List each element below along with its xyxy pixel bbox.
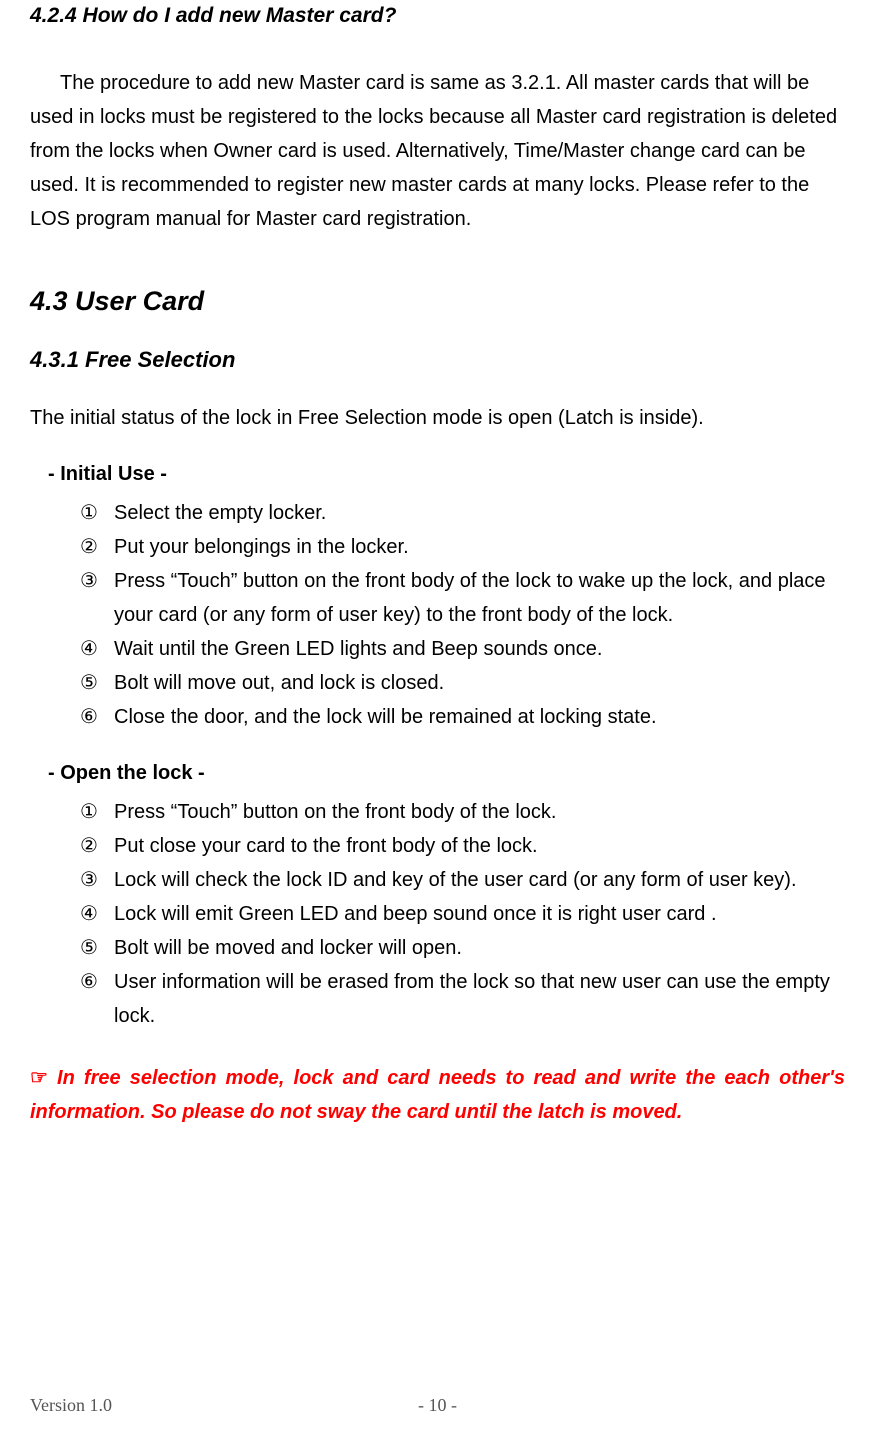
list-item: ② Put your belongings in the locker.	[80, 530, 845, 564]
list-item-text: Lock will emit Green LED and beep sound …	[114, 903, 717, 925]
list-item-text: Put your belongings in the locker.	[114, 536, 409, 558]
list-item-text: Lock will check the lock ID and key of t…	[114, 869, 797, 891]
list-marker: ③	[80, 863, 98, 897]
subheading-initial-use: - Initial Use -	[48, 463, 845, 486]
note-text: In free selection mode, lock and card ne…	[30, 1067, 845, 1123]
heading-424: 4.2.4 How do I add new Master card?	[30, 4, 845, 28]
list-item-text: User information will be erased from the…	[114, 971, 830, 1027]
list-marker: ④	[80, 897, 98, 931]
list-item: ⑤ Bolt will be moved and locker will open…	[80, 931, 845, 965]
list-item-text: Put close your card to the front body of…	[114, 835, 538, 857]
list-item: ④ Lock will emit Green LED and beep sound…	[80, 897, 845, 931]
list-initial-use: ① Select the empty locker. ② Put your belo…	[80, 496, 845, 734]
list-marker: ④	[80, 632, 98, 666]
note-free-selection: ☞ In free selection mode, lock and card …	[30, 1061, 845, 1129]
list-open-lock: ① Press “Touch” button on the front body …	[80, 795, 845, 1033]
list-marker: ②	[80, 530, 98, 564]
page-footer: Version 1.0 - 10 -	[30, 1395, 845, 1416]
list-item: ③ Lock will check the lock ID and key of …	[80, 863, 845, 897]
list-item: ⑥ Close the door, and the lock will be re…	[80, 700, 845, 734]
list-item-text: Select the empty locker.	[114, 502, 326, 524]
heading-431: 4.3.1 Free Selection	[30, 347, 845, 373]
intro-431: The initial status of the lock in Free S…	[30, 401, 845, 435]
list-marker: ⑥	[80, 700, 98, 734]
list-marker: ①	[80, 795, 98, 829]
list-item: ⑥ User information will be erased from th…	[80, 965, 845, 1033]
list-item-text: Press “Touch” button on the front body o…	[114, 570, 826, 626]
list-item-text: Bolt will move out, and lock is closed.	[114, 672, 444, 694]
list-item: ⑤ Bolt will move out, and lock is closed.	[80, 666, 845, 700]
footer-version: Version 1.0	[30, 1395, 302, 1416]
list-marker: ⑤	[80, 931, 98, 965]
list-item-text: Press “Touch” button on the front body o…	[114, 801, 556, 823]
pointer-icon: ☞	[30, 1067, 48, 1089]
list-item: ① Press “Touch” button on the front body …	[80, 795, 845, 829]
subheading-open-lock: - Open the lock -	[48, 762, 845, 785]
footer-spacer	[573, 1395, 845, 1416]
list-marker: ⑤	[80, 666, 98, 700]
list-item: ④ Wait until the Green LED lights and Bee…	[80, 632, 845, 666]
heading-43: 4.3 User Card	[30, 286, 845, 317]
list-marker: ③	[80, 564, 98, 598]
list-item: ① Select the empty locker.	[80, 496, 845, 530]
list-marker: ②	[80, 829, 98, 863]
list-item-text: Bolt will be moved and locker will open.	[114, 937, 462, 959]
list-item-text: Close the door, and the lock will be rem…	[114, 706, 657, 728]
footer-page-number: - 10 -	[302, 1395, 574, 1416]
list-item: ② Put close your card to the front body o…	[80, 829, 845, 863]
paragraph-424-text: The procedure to add new Master card is …	[30, 72, 837, 230]
list-marker: ①	[80, 496, 98, 530]
list-marker: ⑥	[80, 965, 98, 999]
paragraph-424: The procedure to add new Master card is …	[30, 66, 845, 236]
list-item-text: Wait until the Green LED lights and Beep…	[114, 638, 602, 660]
list-item: ③ Press “Touch” button on the front body …	[80, 564, 845, 632]
